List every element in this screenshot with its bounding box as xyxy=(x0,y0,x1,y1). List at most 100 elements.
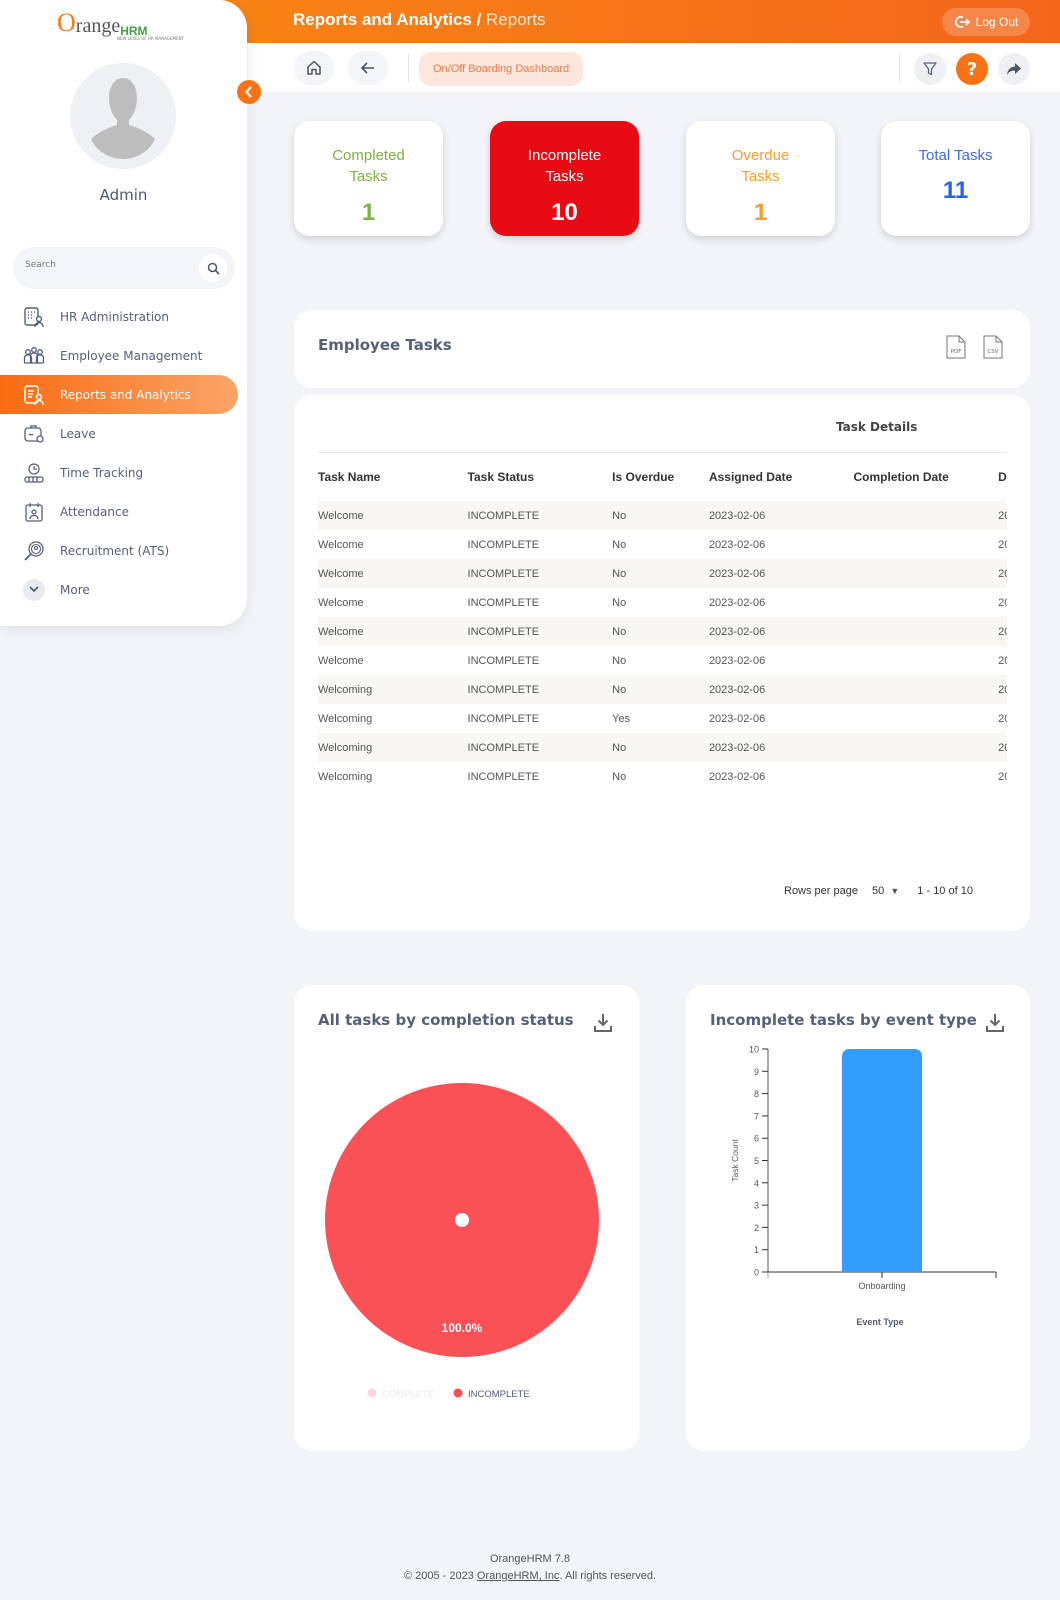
toolbar: On/Off Boarding Dashboard ? xyxy=(248,43,1060,93)
column-header[interactable]: Task Status xyxy=(468,453,613,501)
svg-text:CSV: CSV xyxy=(987,349,998,355)
table-row[interactable]: WelcomeINCOMPLETENo2023-02-0620 xyxy=(318,530,1007,559)
chart-title: All tasks by completion status xyxy=(318,1011,574,1029)
table-cell: Welcome xyxy=(318,501,468,530)
back-button[interactable] xyxy=(348,51,388,85)
task-details-header: Task Details xyxy=(836,420,918,434)
y-tick-label: 5 xyxy=(754,1156,759,1166)
table-cell: Yes xyxy=(612,712,631,725)
table-cell: No xyxy=(612,770,627,783)
column-header[interactable]: D xyxy=(998,453,1007,501)
column-header[interactable]: Is Overdue xyxy=(612,453,709,501)
section-title: Reports and Analytics xyxy=(293,10,472,29)
table-row[interactable]: WelcomeINCOMPLETENo2023-02-0620 xyxy=(318,617,1007,646)
table-row[interactable]: WelcomeINCOMPLETENo2023-02-0620 xyxy=(318,646,1007,675)
sidebar-item-time-tracking[interactable]: Time Tracking xyxy=(0,453,247,492)
table-cell xyxy=(853,559,999,588)
table-row[interactable]: WelcomeINCOMPLETENo2023-02-0620 xyxy=(318,501,1007,530)
sidebar-item-more[interactable]: More xyxy=(0,570,247,609)
company-link[interactable]: OrangeHRM, Inc xyxy=(477,1570,560,1582)
sidebar-item-recruitment[interactable]: Recruitment (ATS) xyxy=(0,531,247,570)
table-group-header: Task Details xyxy=(318,401,1007,453)
sidebar-search xyxy=(13,247,235,289)
table-row[interactable]: WelcomingINCOMPLETENo2023-02-0620 xyxy=(318,675,1007,704)
bar-chart: 0 1 2 3 4 5 6 7 8 9 10 Onboarding Event Type Task Cou… xyxy=(730,1045,997,1327)
export-csv-button[interactable]: CSV xyxy=(983,335,1003,359)
stat-card-completed[interactable]: Completed Tasks 1 xyxy=(294,121,443,236)
table-cell: 20 xyxy=(998,770,1007,783)
share-button[interactable] xyxy=(998,53,1030,85)
table-cell: Welcoming xyxy=(318,770,373,783)
stat-value: 1 xyxy=(753,199,768,226)
table-cell: No xyxy=(612,559,709,588)
y-tick-label: 9 xyxy=(754,1067,759,1077)
table-cell: 20 xyxy=(998,538,1007,551)
filter-icon xyxy=(923,62,937,76)
collapse-sidebar-button[interactable] xyxy=(237,80,261,104)
table-cell: 2023-02-06 xyxy=(708,538,766,551)
bar-onboarding[interactable] xyxy=(842,1049,922,1272)
table-cell: 20 xyxy=(998,712,1007,725)
sidebar-item-label: Attendance xyxy=(60,504,129,519)
avatar[interactable] xyxy=(70,63,176,169)
time-icon xyxy=(22,461,46,485)
sidebar-item-reports-and-analytics[interactable]: Reports and Analytics xyxy=(0,375,238,414)
breadcrumb-dashboard[interactable]: On/Off Boarding Dashboard xyxy=(419,52,584,86)
sidebar: O range HRM NEW LEVEL OF HR MANAGEMENT A… xyxy=(0,0,247,626)
table-cell: No xyxy=(612,538,627,551)
table-cell: INCOMPLETE xyxy=(467,675,613,704)
column-header[interactable]: Assigned Date xyxy=(709,453,854,501)
legend-marker-incomplete xyxy=(453,1388,463,1398)
table-row[interactable]: WelcomingINCOMPLETENo2023-02-0620 xyxy=(318,733,1007,762)
table-row[interactable]: Welcoming INCOMPLETE Yes 2023-02-06 20 xyxy=(318,704,1007,733)
attendance-icon xyxy=(22,500,46,524)
table-row[interactable]: WelcomeINCOMPLETENo2023-02-0620 xyxy=(318,588,1007,617)
stat-card-total[interactable]: Total Tasks 11 xyxy=(881,121,1030,236)
chevron-down-icon xyxy=(23,578,45,601)
sidebar-item-leave[interactable]: Leave xyxy=(0,414,247,453)
export-pdf-button[interactable]: PDF xyxy=(946,335,966,359)
table-cell: Welcoming xyxy=(318,733,468,762)
table-cell: 2023-02-06 xyxy=(708,770,766,783)
filter-button[interactable] xyxy=(914,53,946,85)
search-button[interactable] xyxy=(199,254,227,282)
table-cell: No xyxy=(612,675,709,704)
table-cell: Welcome xyxy=(318,538,364,551)
column-header[interactable]: Task Name xyxy=(318,453,468,501)
sidebar-item-employee-management[interactable]: Employee Management xyxy=(0,336,247,375)
orangehrm-logo[interactable]: O range HRM NEW LEVEL OF HR MANAGEMENT xyxy=(57,8,184,41)
y-tick-label: 4 xyxy=(754,1178,759,1188)
download-icon xyxy=(594,1014,612,1032)
table-row[interactable]: WelcomingINCOMPLETENo2023-02-0620 xyxy=(318,762,1007,791)
table-row[interactable]: WelcomeINCOMPLETENo2023-02-0620 xyxy=(318,559,1007,588)
search-input[interactable] xyxy=(25,260,185,270)
pie-data-label: 100.0% xyxy=(442,1321,483,1335)
y-tick-label: 0 xyxy=(754,1268,759,1278)
table-cell: Welcoming xyxy=(318,712,373,725)
page-title: Reports and Analytics / Reports xyxy=(293,10,546,30)
y-tick-label: 7 xyxy=(754,1111,759,1121)
table-cell: INCOMPLETE xyxy=(467,501,613,530)
dropdown-arrow-icon: ▼ xyxy=(890,886,900,896)
table-cell: INCOMPLETE xyxy=(467,559,613,588)
home-button[interactable] xyxy=(294,51,334,85)
svg-text:PDF: PDF xyxy=(951,349,962,355)
rows-per-page-select[interactable]: 50 ▼ xyxy=(872,885,899,897)
sidebar-item-hr-administration[interactable]: HR Administration xyxy=(0,297,247,336)
stat-card-incomplete[interactable]: Incomplete Tasks 10 xyxy=(490,121,639,236)
download-chart-button[interactable] xyxy=(594,1013,612,1037)
legend-item-complete[interactable]: COMPLETE xyxy=(382,1389,434,1400)
legend-item-incomplete[interactable]: INCOMPLETE xyxy=(468,1389,530,1400)
footer-copyright: © 2005 - 2023 OrangeHRM, Inc. All rights… xyxy=(0,1570,1060,1582)
stat-card-overdue[interactable]: Overdue Tasks 1 xyxy=(686,121,835,236)
sidebar-item-attendance[interactable]: Attendance xyxy=(0,492,247,531)
logo-range: range xyxy=(75,15,121,37)
y-axis-label: Task Count xyxy=(730,1139,740,1182)
download-chart-button[interactable] xyxy=(986,1013,1004,1037)
help-button[interactable]: ? xyxy=(956,53,988,85)
y-tick-label: 8 xyxy=(754,1089,759,1099)
logout-button[interactable]: Log Out xyxy=(942,8,1030,36)
column-header[interactable]: Completion Date xyxy=(853,453,998,501)
y-tick-label: 3 xyxy=(754,1201,759,1211)
sidebar-item-label: Reports and Analytics xyxy=(60,387,191,402)
